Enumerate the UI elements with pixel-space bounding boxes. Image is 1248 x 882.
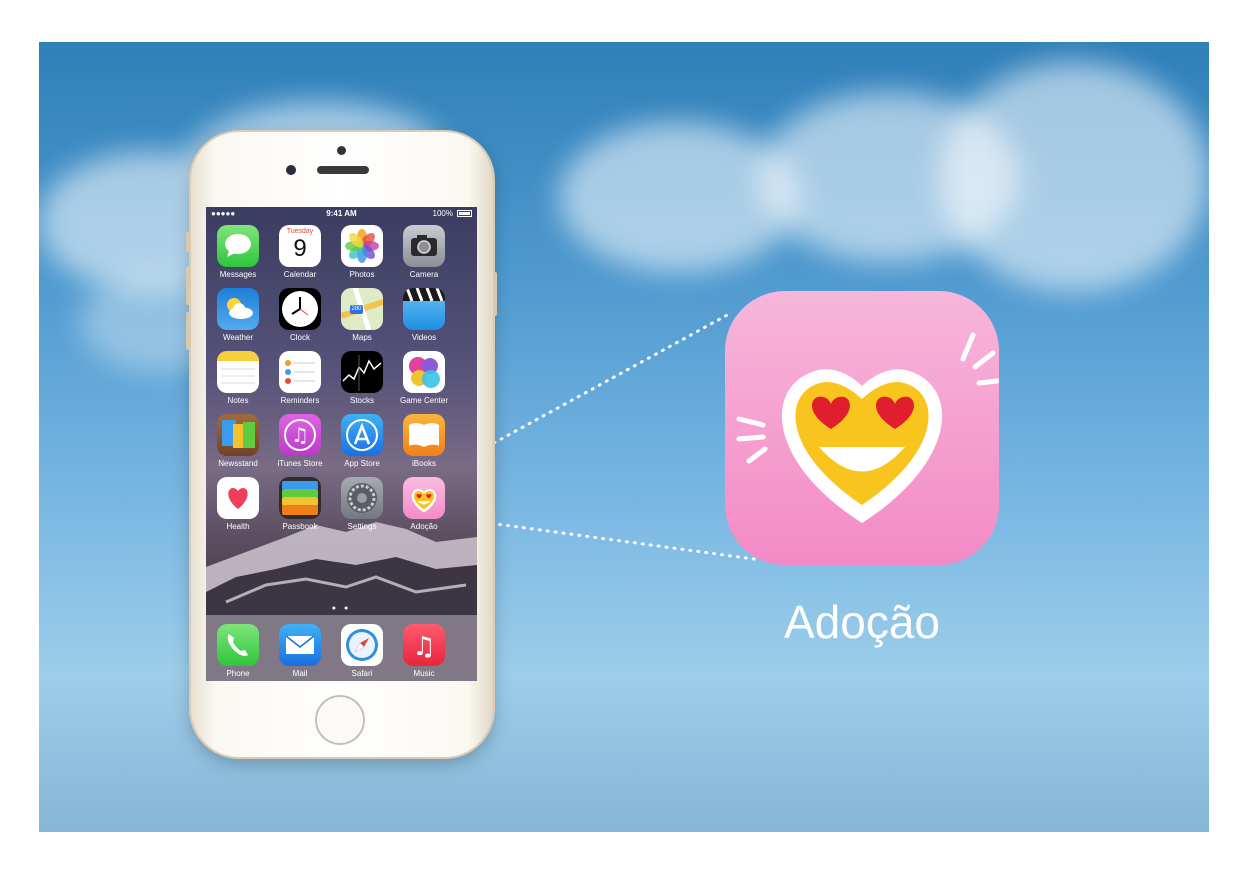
app-label: Stocks bbox=[349, 396, 374, 405]
status-bar: ●●●●● 9:41 AM 100% bbox=[206, 207, 477, 221]
app-label: iBooks bbox=[411, 459, 436, 468]
app-label: App Store bbox=[344, 459, 380, 468]
earpiece-speaker bbox=[317, 166, 369, 174]
calendar-date: 9 bbox=[293, 235, 307, 262]
ibooks-icon bbox=[403, 414, 445, 456]
app-label: iTunes Store bbox=[277, 459, 323, 468]
sensor-dot bbox=[337, 146, 346, 155]
app-label: Newsstand bbox=[218, 459, 258, 468]
dock-app-mail[interactable]: Mail bbox=[269, 624, 331, 681]
dock-app-phone[interactable]: Phone bbox=[207, 624, 269, 681]
app-label: Maps bbox=[352, 333, 372, 342]
safari-icon bbox=[341, 624, 383, 666]
app-weather[interactable]: Weather bbox=[207, 288, 269, 350]
app-stocks[interactable]: Stocks bbox=[331, 351, 393, 413]
dock-app-safari[interactable]: Safari bbox=[331, 624, 393, 681]
page-indicator[interactable]: ● ● bbox=[206, 605, 477, 612]
calendar-weekday: Tuesday bbox=[286, 228, 314, 235]
mail-icon bbox=[279, 624, 321, 666]
phone-screen: ●●●●● 9:41 AM 100% Messages Tuesday 9 Ca… bbox=[206, 207, 477, 681]
settings-icon bbox=[341, 477, 383, 519]
app-label: Mail bbox=[292, 669, 308, 678]
app-maps[interactable]: 280 Maps bbox=[331, 288, 393, 350]
heart-eyes-emoji-icon bbox=[736, 332, 999, 523]
app-settings[interactable]: Settings bbox=[331, 477, 393, 539]
featured-app-icon[interactable] bbox=[725, 291, 999, 565]
app-label: Adoção bbox=[410, 522, 438, 531]
calendar-icon: Tuesday 9 bbox=[279, 225, 321, 267]
app-passbook[interactable]: Passbook bbox=[269, 477, 331, 539]
photos-icon bbox=[341, 225, 383, 267]
front-camera bbox=[286, 165, 296, 175]
app-videos[interactable]: Videos bbox=[393, 288, 455, 350]
sky-background: ●●●●● 9:41 AM 100% Messages Tuesday 9 Ca… bbox=[39, 42, 1209, 832]
app-newsstand[interactable]: Newsstand bbox=[207, 414, 269, 476]
app-label: Reminders bbox=[280, 396, 320, 405]
game-center-icon bbox=[403, 351, 445, 393]
app-reminders[interactable]: Reminders bbox=[269, 351, 331, 413]
app-app-store[interactable]: App Store bbox=[331, 414, 393, 476]
app-adocao[interactable]: Adoção bbox=[393, 477, 455, 539]
app-label: Camera bbox=[409, 270, 439, 279]
app-clock[interactable]: Clock bbox=[269, 288, 331, 350]
app-label: Videos bbox=[411, 333, 437, 342]
maps-road-sign: 280 bbox=[351, 306, 362, 312]
app-calendar[interactable]: Tuesday 9 Calendar bbox=[269, 225, 331, 287]
app-label: Weather bbox=[222, 333, 254, 342]
app-label: Health bbox=[226, 522, 250, 531]
dock-app-music[interactable]: ♫ Music bbox=[393, 624, 455, 681]
adocao-icon bbox=[403, 477, 445, 519]
maps-icon: 280 bbox=[341, 288, 383, 330]
reminders-icon bbox=[279, 351, 321, 393]
weather-icon bbox=[217, 288, 259, 330]
dock: Phone Mail Safari ♫ Music bbox=[206, 615, 477, 681]
app-label: Music bbox=[413, 669, 435, 678]
battery-percent: 100% bbox=[432, 209, 453, 218]
app-messages[interactable]: Messages bbox=[207, 225, 269, 287]
newsstand-icon bbox=[217, 414, 259, 456]
featured-app-name: Adoção bbox=[783, 596, 940, 648]
app-itunes-store[interactable]: ♫ iTunes Store bbox=[269, 414, 331, 476]
camera-icon bbox=[403, 225, 445, 267]
app-game-center[interactable]: Game Center bbox=[393, 351, 455, 413]
itunes-store-icon: ♫ bbox=[279, 414, 321, 456]
svg-text:♫: ♫ bbox=[291, 423, 309, 447]
stocks-icon bbox=[341, 351, 383, 393]
app-label: Safari bbox=[351, 669, 373, 678]
app-ibooks[interactable]: iBooks bbox=[393, 414, 455, 476]
svg-text:♫: ♫ bbox=[412, 632, 435, 662]
app-label: Passbook bbox=[282, 522, 318, 531]
app-label: Notes bbox=[227, 396, 249, 405]
videos-icon bbox=[403, 288, 445, 330]
app-label: Calendar bbox=[283, 270, 317, 279]
app-label: Photos bbox=[349, 270, 375, 279]
phone-icon bbox=[217, 624, 259, 666]
app-photos[interactable]: Photos bbox=[331, 225, 393, 287]
app-label: Clock bbox=[289, 333, 310, 342]
iphone-device: ●●●●● 9:41 AM 100% Messages Tuesday 9 Ca… bbox=[186, 132, 497, 757]
music-icon: ♫ bbox=[403, 624, 445, 666]
app-notes[interactable]: Notes bbox=[207, 351, 269, 413]
battery-icon bbox=[457, 210, 472, 217]
app-label: Game Center bbox=[399, 396, 449, 405]
messages-icon bbox=[217, 225, 259, 267]
app-health[interactable]: Health bbox=[207, 477, 269, 539]
app-label: Phone bbox=[226, 669, 250, 678]
clock-icon bbox=[279, 288, 321, 330]
app-label: Settings bbox=[347, 522, 377, 531]
passbook-icon bbox=[279, 477, 321, 519]
health-icon bbox=[217, 477, 259, 519]
app-store-icon bbox=[341, 414, 383, 456]
app-label: Messages bbox=[219, 270, 257, 279]
home-button[interactable] bbox=[315, 695, 365, 745]
notes-icon bbox=[217, 351, 259, 393]
app-camera[interactable]: Camera bbox=[393, 225, 455, 287]
